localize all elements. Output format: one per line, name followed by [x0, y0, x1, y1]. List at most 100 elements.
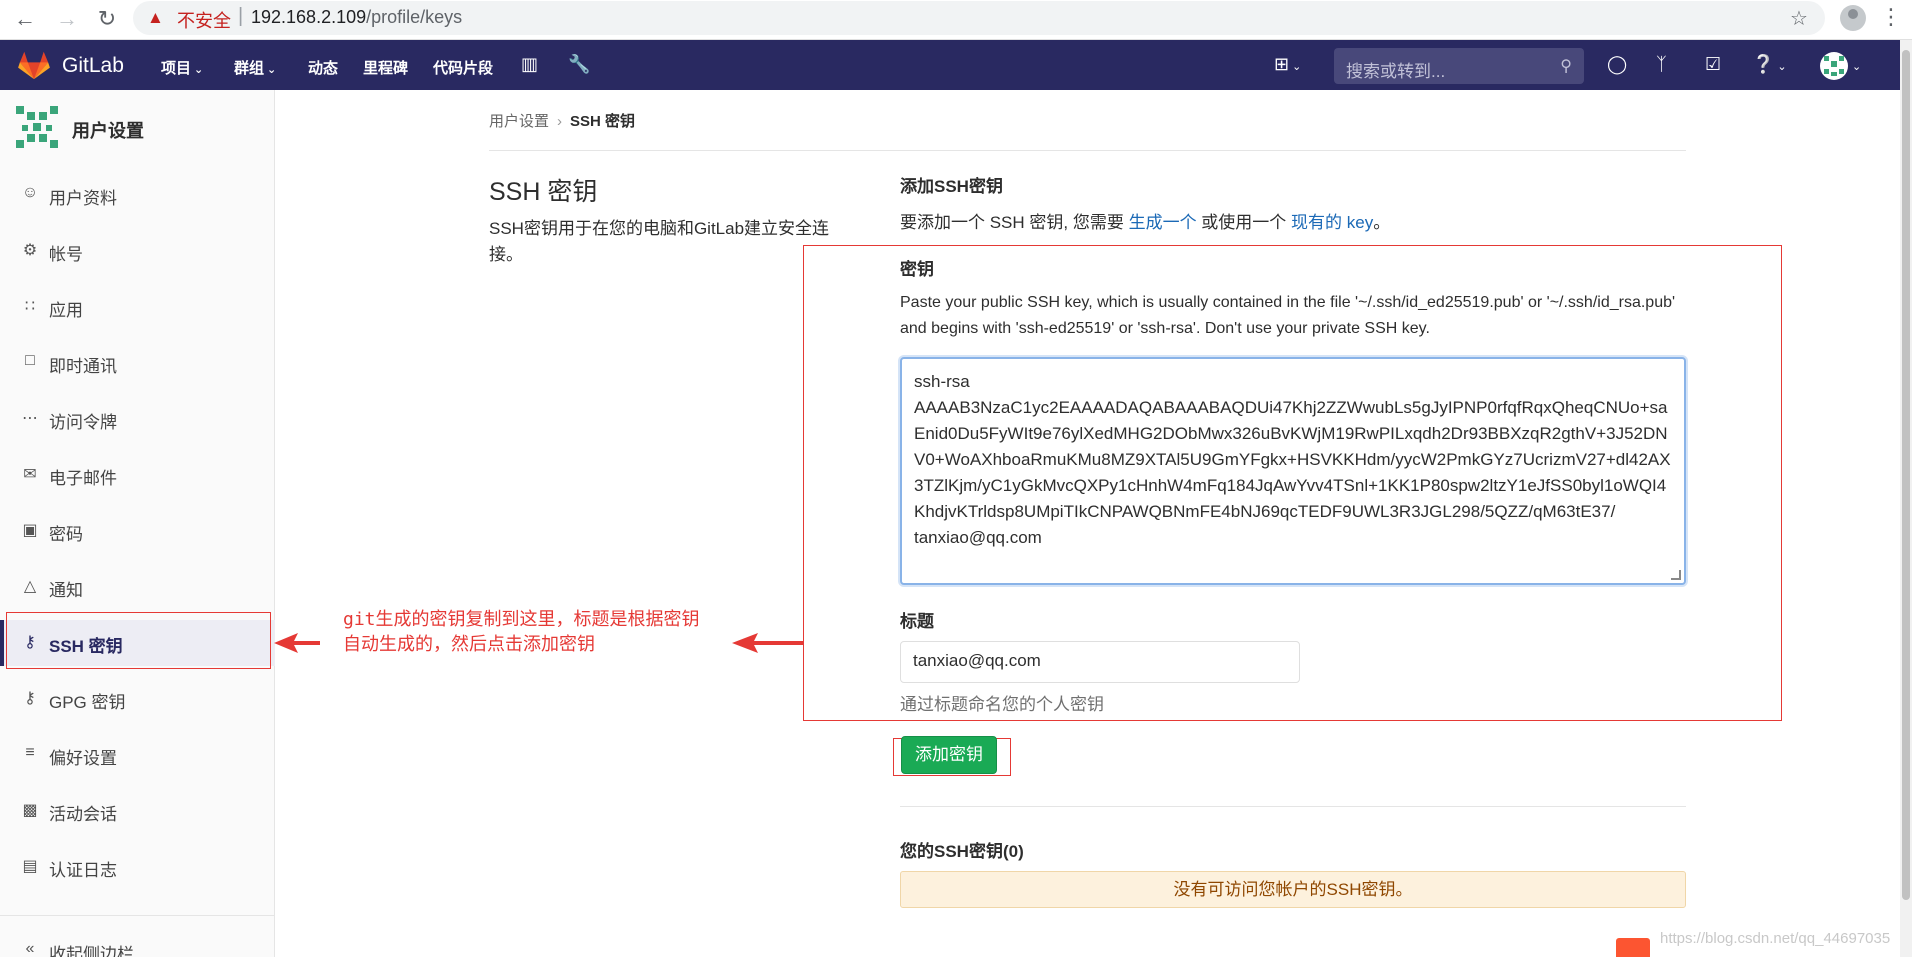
header-divider [489, 150, 1686, 151]
key-icon: ⚷ [24, 690, 36, 707]
search-icon: ⚲ [1560, 58, 1572, 75]
address-separator: | [238, 5, 244, 27]
applications-icon: ∷ [24, 298, 36, 315]
title-field-label: 标题 [900, 612, 934, 631]
avatar-identicon [1824, 56, 1844, 76]
sidebar-item-label: 即时通讯 [49, 357, 117, 376]
browser-menu-icon[interactable]: ⋮ [1880, 4, 1902, 30]
token-icon: ⋯ [22, 410, 38, 427]
sidebar-item-auth-log[interactable]: ▤ 认证日志 [0, 844, 275, 890]
add-key-description: 要添加一个 SSH 密钥, 您需要 生成一个 或使用一个 现有的 key。 [900, 208, 1390, 233]
breadcrumb-current[interactable]: SSH 密钥 [570, 113, 635, 130]
sidebar-item-label: 访问令牌 [49, 413, 117, 432]
chevron-down-icon: ⌄ [267, 64, 277, 76]
existing-keys-heading: 您的SSH密钥(0) [900, 842, 1024, 861]
sidebar-item-label: 密码 [49, 525, 83, 544]
resize-handle-icon[interactable] [1671, 570, 1681, 580]
breadcrumb: 用户设置 › SSH 密钥 [489, 110, 635, 131]
sliders-icon: ≡ [25, 744, 35, 761]
sidebar-item-account[interactable]: ⚙ 帐号 [0, 228, 275, 274]
title-input-value: tanxiao@qq.com [913, 651, 1041, 670]
breadcrumb-parent[interactable]: 用户设置 [489, 113, 549, 130]
sidebar-title: 用户设置 [72, 121, 144, 141]
page-description: SSH密钥用于在您的电脑和GitLab建立安全连接。 [489, 219, 830, 264]
key-field-help: Paste your public SSH key, which is usua… [900, 294, 1676, 337]
bookmark-star-icon[interactable]: ☆ [1790, 6, 1808, 31]
chevron-down-icon: ⌄ [1292, 61, 1302, 73]
add-key-button[interactable]: 添加密钥 [901, 736, 997, 774]
annotation-highlight-ssh-nav [6, 612, 271, 669]
key-textarea[interactable]: ssh-rsa AAAAB3NzaC1yc2EAAAADAQABAAABAQDU… [900, 357, 1686, 585]
help-icon[interactable]: ❔ ⌄ [1752, 54, 1787, 75]
generate-key-link[interactable]: 生成一个 [1129, 213, 1197, 232]
watermark: https://blog.csdn.net/qq_44697035 [1660, 930, 1891, 947]
new-item-plus-icon[interactable]: ⊞ ⌄ [1274, 54, 1301, 75]
chart-icon[interactable]: ▥ [521, 54, 538, 75]
sidebar-collapse-button[interactable]: « 收起侧边栏 [0, 928, 275, 957]
warning-icon: ▲ [147, 8, 164, 27]
chat-icon: □ [25, 352, 35, 369]
brand-name[interactable]: GitLab [62, 54, 124, 78]
key-field-label: 密钥 [900, 260, 934, 279]
add-key-desc-middle: 或使用一个 [1196, 213, 1292, 232]
annotation-text-line1: git生成的密钥复制到这里，标题是根据密钥 [343, 609, 700, 630]
sidebar-item-active-sessions[interactable]: ▩ 活动会话 [0, 788, 275, 834]
add-key-desc-prefix: 要添加一个 SSH 密钥, 您需要 [900, 213, 1129, 232]
address-bar[interactable]: ▲ 不安全 | 192.168.2.109/profile/keys [133, 1, 1825, 35]
no-keys-alert: 没有可访问您帐户的SSH密钥。 [900, 871, 1686, 908]
nav-groups-label: 群组 [234, 60, 265, 77]
sidebar-item-label: 认证日志 [49, 861, 117, 880]
mail-icon: ✉ [23, 466, 37, 483]
issues-icon[interactable]: ◯ [1607, 54, 1627, 75]
browser-profile-icon[interactable] [1840, 5, 1866, 31]
csdn-logo-icon [1616, 938, 1650, 957]
back-icon[interactable]: ← [12, 6, 38, 32]
settings-sidebar: 用户设置 ☺ 用户资料 ⚙ 帐号 ∷ 应用 □ 即时通讯 ⋯ 访问令牌 ✉ 电子邮件 ▣ 密码… [0, 90, 275, 957]
sidebar-item-label: 电子邮件 [49, 469, 117, 488]
merge-request-icon[interactable]: ᛉ [1656, 54, 1667, 75]
nav-projects-label: 项目 [161, 60, 192, 77]
title-field-help: 通过标题命名您的个人密钥 [900, 695, 1104, 714]
sidebar-item-label: 帐号 [49, 245, 83, 264]
annotation-arrow-left-icon [274, 633, 320, 653]
add-key-desc-suffix: 。 [1373, 213, 1391, 232]
chevron-down-icon[interactable]: ⌄ [1852, 60, 1861, 73]
sidebar-item-access-tokens[interactable]: ⋯ 访问令牌 [0, 396, 275, 442]
user-icon: ☺ [21, 184, 39, 201]
todo-icon[interactable]: ☑ [1705, 54, 1721, 75]
user-avatar[interactable] [1820, 52, 1848, 80]
sidebar-item-gpg-keys[interactable]: ⚷ GPG 密钥 [0, 676, 275, 722]
sidebar-item-profile[interactable]: ☺ 用户资料 [0, 172, 275, 218]
monitor-icon: ▩ [22, 802, 38, 819]
url-text: 192.168.2.109/profile/keys [251, 7, 462, 28]
annotation-text-line2: 自动生成的，然后点击添加密钥 [343, 634, 595, 655]
page-scrollbar-thumb[interactable] [1902, 50, 1910, 900]
existing-key-link[interactable]: 现有的 key [1291, 213, 1373, 232]
sidebar-header[interactable]: 用户设置 [14, 104, 264, 154]
form-divider [900, 806, 1686, 807]
nav-projects[interactable]: 项目 ⌄ [161, 57, 203, 78]
wrench-icon[interactable]: 🔧 [568, 54, 590, 75]
sidebar-collapse-label: 收起侧边栏 [49, 945, 134, 957]
browser-toolbar: ← → ↻ ▲ 不安全 | 192.168.2.109/profile/keys… [0, 0, 1912, 40]
nav-milestones[interactable]: 里程碑 [363, 57, 408, 78]
sidebar-item-chat[interactable]: □ 即时通讯 [0, 340, 275, 386]
reload-icon[interactable]: ↻ [94, 6, 120, 32]
gitlab-logo-icon[interactable] [18, 50, 50, 80]
sidebar-item-applications[interactable]: ∷ 应用 [0, 284, 275, 330]
title-input[interactable]: tanxiao@qq.com [900, 641, 1300, 683]
chevron-down-icon: ⌄ [1777, 61, 1787, 73]
page-title: SSH 密钥 [489, 178, 598, 206]
sidebar-item-emails[interactable]: ✉ 电子邮件 [0, 452, 275, 498]
nav-groups[interactable]: 群组 ⌄ [234, 57, 276, 78]
log-icon: ▤ [22, 858, 38, 875]
sidebar-item-notifications[interactable]: △ 通知 [0, 564, 275, 610]
sidebar-item-preferences[interactable]: ≡ 偏好设置 [0, 732, 275, 778]
search-input[interactable]: 搜索或转到... ⚲ [1334, 48, 1584, 84]
nav-activity[interactable]: 动态 [308, 57, 338, 78]
sidebar-divider [0, 915, 275, 916]
search-placeholder: 搜索或转到... [1346, 62, 1446, 81]
nav-snippets[interactable]: 代码片段 [433, 57, 493, 78]
forward-icon[interactable]: → [54, 6, 80, 32]
sidebar-item-password[interactable]: ▣ 密码 [0, 508, 275, 554]
